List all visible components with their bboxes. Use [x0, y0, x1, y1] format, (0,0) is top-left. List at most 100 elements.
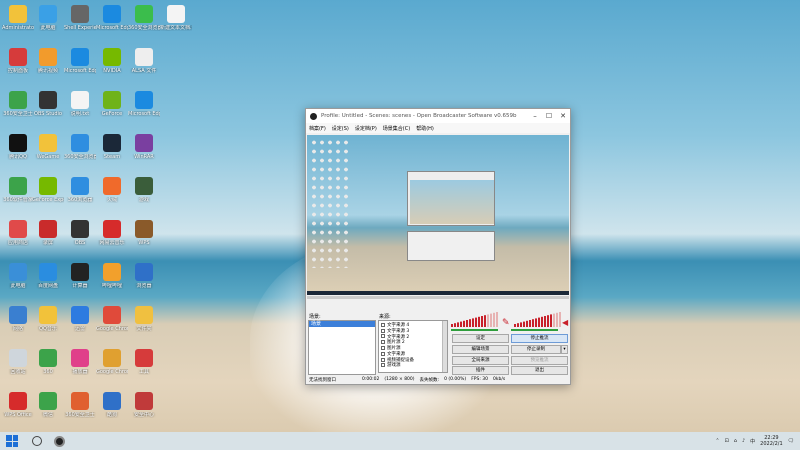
desktop-icon[interactable]: 哔哩哔哩: [96, 260, 128, 304]
desktop-icon[interactable]: 工具: [128, 346, 160, 390]
desktop-icon[interactable]: 网络: [2, 303, 34, 347]
plugins-button[interactable]: 插件: [452, 366, 509, 375]
desktop-icon[interactable]: 火绒: [96, 174, 128, 218]
desktop-icon[interactable]: WPS: [128, 217, 160, 261]
source-checkbox[interactable]: [381, 357, 385, 362]
mic-meter-bar: [493, 312, 495, 327]
preview-seekbar[interactable]: [307, 296, 569, 299]
source-checkbox[interactable]: [381, 351, 385, 356]
desktop-icon[interactable]: 应用商店: [2, 217, 34, 261]
desktop-icon[interactable]: GeForce Experience: [32, 174, 64, 218]
menu-item-file[interactable]: 档案(F): [309, 125, 326, 132]
menu-item-profile[interactable]: 设定档(P): [355, 125, 377, 132]
obs-menubar: 档案(F) 设定(S) 设定档(P) 场景集合(C) 帮助(H): [306, 123, 570, 133]
mic-level-bar[interactable]: [451, 329, 498, 331]
scene-item[interactable]: 场景: [309, 321, 375, 327]
desktop-icon[interactable]: 腾讯QQ: [2, 131, 34, 175]
desktop-icon[interactable]: NVIDIA: [96, 45, 128, 89]
source-checkbox[interactable]: [381, 328, 385, 333]
desktop-icon[interactable]: 网易云音乐: [96, 217, 128, 261]
settings-button[interactable]: 设定: [452, 334, 509, 343]
tray-network-icon[interactable]: ⌂: [734, 438, 737, 444]
desktop-icon[interactable]: 浏览器: [128, 260, 160, 304]
desktop-icon[interactable]: 微信: [32, 389, 64, 432]
obs-titlebar[interactable]: Profile: Untitled - Scenes: scenes - Ope…: [306, 109, 570, 123]
tray-chevron-icon[interactable]: ⌃: [715, 438, 719, 444]
desktop-icon[interactable]: QQ音乐: [32, 303, 64, 347]
desktop-icon[interactable]: 迅雷: [64, 303, 96, 347]
desktop-icon[interactable]: 录屏: [32, 217, 64, 261]
desktop-icon[interactable]: 360安全卫士: [64, 389, 96, 432]
desktop-icon-label: 酷狗: [106, 412, 117, 418]
close-icon[interactable]: ✕: [556, 112, 570, 120]
desktop-icon[interactable]: 百度网盘: [32, 260, 64, 304]
source-checkbox[interactable]: [381, 363, 385, 368]
sources-list[interactable]: 文字来源 4 文字来源 3 文字来源 2 图片源 2 图片源 文字来源 视频捕捉设备 游戏源: [378, 320, 448, 373]
notification-icon[interactable]: 🗨: [788, 438, 794, 444]
search-icon[interactable]: [32, 436, 42, 446]
source-checkbox[interactable]: [381, 346, 385, 351]
tray-ime-icon[interactable]: 中: [750, 438, 755, 445]
desktop-icon[interactable]: 360安全卫士: [2, 88, 34, 132]
menu-item-settings[interactable]: 设定(S): [332, 125, 349, 132]
desktop-icon[interactable]: 酷狗: [96, 389, 128, 432]
desktop-icon[interactable]: 360安全浏览器: [64, 131, 96, 175]
desktop-icon[interactable]: WeGame: [32, 131, 64, 175]
desktop-icon[interactable]: OBS Studio: [32, 88, 64, 132]
desktop-icon[interactable]: 腾讯视频: [32, 45, 64, 89]
desktop-icon[interactable]: WinRAR: [128, 131, 160, 175]
tray-monitor-icon[interactable]: ⊡: [725, 438, 729, 444]
edit-scene-button[interactable]: 编辑场景: [452, 345, 509, 354]
desktop-icon[interactable]: Google Chrome: [96, 303, 128, 347]
desktop-icon[interactable]: 回收站: [2, 346, 34, 390]
clock[interactable]: 22:29 2022/2/1: [760, 435, 782, 447]
desktop-icon[interactable]: 360安全浏览器: [128, 2, 160, 46]
minimize-icon[interactable]: –: [528, 112, 542, 120]
source-checkbox[interactable]: [381, 334, 385, 339]
desktop-icon[interactable]: 此电脑: [2, 260, 34, 304]
source-item[interactable]: 游戏源: [379, 363, 447, 368]
obs-preview[interactable]: [307, 135, 569, 295]
desktop-icon[interactable]: 文件夹: [128, 303, 160, 347]
desktop-icon[interactable]: 360: [32, 346, 64, 390]
desktop-icon[interactable]: 此电脑: [32, 2, 64, 46]
desktop-icon[interactable]: 控制面板: [2, 45, 34, 89]
desktop-icon[interactable]: Administrator: [2, 2, 34, 46]
tray-volume-icon[interactable]: ♪: [742, 438, 745, 444]
source-checkbox[interactable]: [381, 322, 385, 327]
source-checkbox[interactable]: [381, 340, 385, 345]
stop-preview-button[interactable]: 停止推流: [511, 334, 568, 343]
sources-scrollbar[interactable]: [442, 321, 447, 372]
exit-button[interactable]: 退出: [511, 366, 568, 375]
desktop-icon[interactable]: 说明.txt: [64, 88, 96, 132]
desktop-icon[interactable]: Steam: [96, 131, 128, 175]
desktop-icon[interactable]: GeForce: [96, 88, 128, 132]
recording-dropdown-icon[interactable]: ▾: [561, 345, 568, 354]
desktop-icon[interactable]: Google Chrome: [96, 346, 128, 390]
start-stream-button[interactable]: 预览推流: [511, 356, 568, 365]
desktop-icon[interactable]: Shell Experience: [64, 2, 96, 46]
start-button[interactable]: [6, 435, 18, 447]
desktop-icon[interactable]: 安全中心: [128, 389, 160, 432]
desktop-icon[interactable]: WPS Office: [2, 389, 34, 432]
menu-item-scene-collection[interactable]: 场景集合(C): [383, 125, 410, 132]
desktop-icon[interactable]: 计算器: [64, 260, 96, 304]
desktop-icon[interactable]: 360软件管家: [2, 174, 34, 218]
desktop-icon[interactable]: Microsoft Edge: [96, 2, 128, 46]
taskbar-obs-icon[interactable]: [54, 435, 65, 447]
desktop-level-bar[interactable]: [511, 329, 558, 331]
desktop-icon[interactable]: 360浏览器: [64, 174, 96, 218]
desktop-icon[interactable]: 游戏: [128, 174, 160, 218]
obs-window[interactable]: Profile: Untitled - Scenes: scenes - Ope…: [305, 108, 571, 385]
desktop-icon[interactable]: Microsoft Edge: [64, 45, 96, 89]
desktop-icon[interactable]: 播放器: [64, 346, 96, 390]
maximize-icon[interactable]: ☐: [542, 112, 556, 120]
global-sources-button[interactable]: 全局来源: [452, 356, 509, 365]
desktop-icon[interactable]: 新建文本文档.txt: [160, 2, 192, 46]
desktop-icon[interactable]: Microsoft Edge: [128, 88, 160, 132]
menu-item-help[interactable]: 帮助(H): [416, 125, 434, 132]
desktop-icon[interactable]: ALSA 文件: [128, 45, 160, 89]
desktop-icon[interactable]: OBS: [64, 217, 96, 261]
stop-recording-button[interactable]: 停止录制: [511, 345, 561, 354]
scenes-list[interactable]: 场景: [308, 320, 376, 375]
